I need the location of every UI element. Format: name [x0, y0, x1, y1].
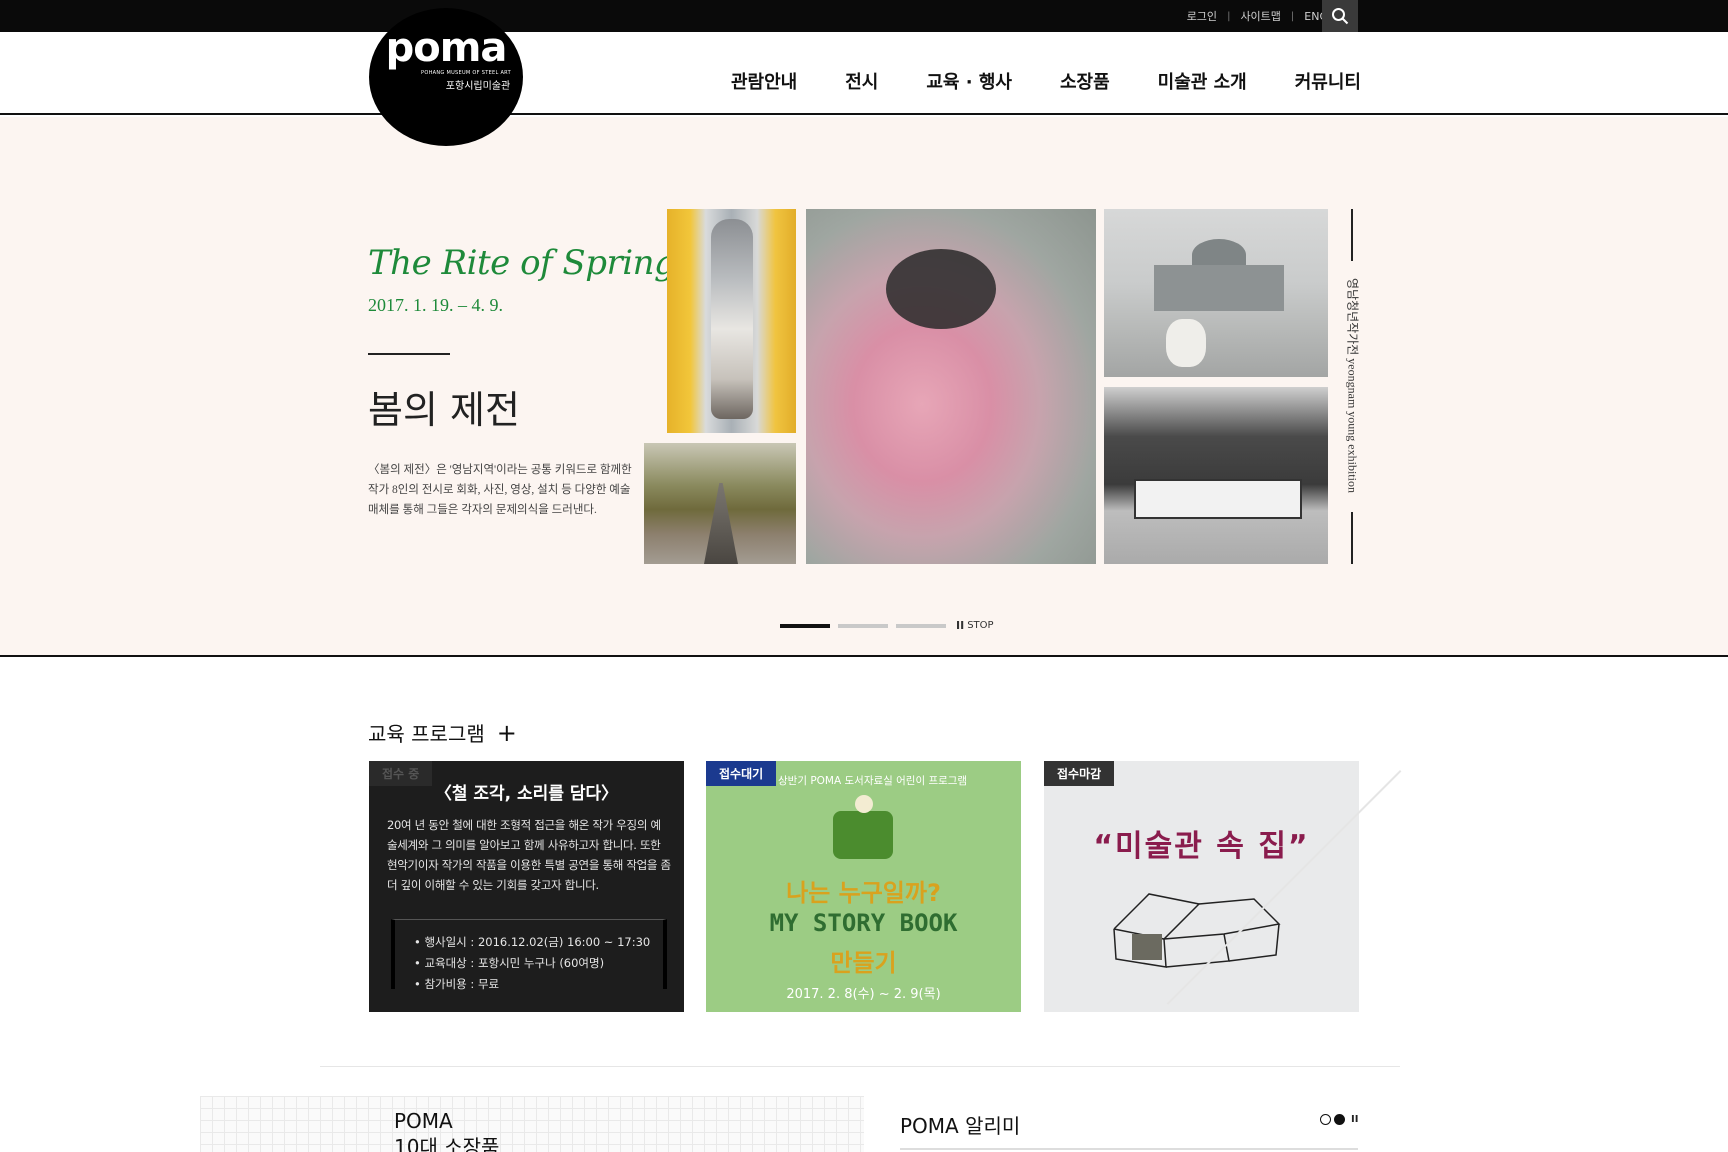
main-nav: 관람안내 전시 교육 · 행사 소장품 미술관 소개 커뮤니티 — [683, 68, 1361, 94]
search-button[interactable] — [1322, 0, 1358, 32]
card-description: 20여 년 동안 철에 대한 조형적 접근을 해온 작가 우징의 예술세계와 그… — [387, 818, 671, 892]
notice-divider — [900, 1148, 1358, 1150]
hair-shape — [886, 249, 996, 329]
card-headline-2: MY STORY BOOK — [769, 909, 958, 937]
collection-grid-panel — [200, 1096, 864, 1152]
artwork-bus-painting — [1104, 387, 1328, 564]
header: 관람안내 전시 교육 · 행사 소장품 미술관 소개 커뮤니티 — [0, 32, 1728, 115]
edu-card-story-book[interactable]: 접수대기 상반기 POMA 도서자료실 어린이 프로그램 나는 누구일까? MY… — [706, 761, 1021, 1012]
logo-subtitle: POHANG MUSEUM OF STEEL ART — [421, 70, 511, 76]
nav-item-education[interactable]: 교육 · 행사 — [926, 68, 1012, 94]
nav-item-community[interactable]: 커뮤니티 — [1295, 68, 1361, 94]
exhibition-korean-title: 봄의 제전 — [368, 388, 520, 432]
collection-title-line1: POMA — [394, 1109, 453, 1133]
card-title: 〈철 조각, 소리를 담다〉 — [434, 784, 619, 804]
logo[interactable]: poma POHANG MUSEUM OF STEEL ART 포항시립미술관 — [369, 8, 523, 146]
logo-wordmark: poma — [385, 25, 508, 71]
nav-item-exhibition[interactable]: 전시 — [845, 68, 878, 94]
logo-korean-name: 포항시립미술관 — [445, 81, 511, 92]
edu-section-title: 교육 프로그램 — [368, 722, 485, 746]
login-link[interactable]: 로그인 — [1177, 8, 1227, 24]
notice-dot-2[interactable] — [1334, 1114, 1345, 1125]
slide-indicator-2[interactable] — [838, 623, 888, 628]
status-badge: 접수대기 — [706, 761, 777, 786]
info-date: • 행사일시 : 2016.12.02(금) 16:00 ~ 17:30 — [414, 935, 651, 949]
nav-item-about[interactable]: 미술관 소개 — [1158, 68, 1247, 94]
kid-illustration — [833, 795, 893, 859]
exhibition-title[interactable]: The Rite of Spring — [368, 243, 676, 283]
wire-house-sculpture — [1113, 893, 1281, 968]
side-label-text: 영남청년작가전 yeongnam young exhibition — [1345, 278, 1360, 493]
figure-shape — [711, 219, 753, 419]
nav-item-visit[interactable]: 관람안내 — [731, 68, 797, 94]
plus-icon[interactable]: + — [497, 721, 517, 745]
artwork-assembly-dog — [1104, 209, 1328, 377]
hero-slider: The Rite of Spring 2017. 1. 19. – 4. 9. … — [0, 117, 1728, 657]
dog-shape — [1166, 319, 1206, 367]
nav-item-collection[interactable]: 소장품 — [1060, 68, 1110, 94]
sitemap-link[interactable]: 사이트맵 — [1230, 8, 1290, 24]
notice-pagination: II — [1320, 1114, 1358, 1125]
side-line — [1351, 512, 1353, 564]
status-badge: 접수마감 — [1044, 761, 1115, 786]
card-date: 2017. 2. 8(수) ~ 2. 9(목) — [786, 987, 941, 1002]
side-label: 영남청년작가전 yeongnam young exhibition — [1343, 209, 1361, 564]
pause-icon[interactable]: II — [1351, 1114, 1358, 1125]
slider-stop-button[interactable]: II STOP — [956, 619, 994, 632]
slide-indicator-3[interactable] — [896, 623, 946, 628]
pause-icon: II — [956, 619, 965, 632]
page: 로그인 | 사이트맵 | ENG 관람안내 전시 교육 · 행사 소장품 미술관… — [0, 0, 1728, 1152]
card-info: • 행사일시 : 2016.12.02(금) 16:00 ~ 17:30 • 교… — [414, 932, 650, 995]
head-shape — [855, 795, 873, 813]
bus-shape — [1134, 479, 1302, 519]
title-divider — [368, 353, 450, 355]
card-headline-1: 나는 누구일까? — [786, 879, 941, 907]
artwork-pink-portrait — [806, 209, 1096, 564]
card-subtitle: 상반기 POMA 도서자료실 어린이 프로그램 — [778, 775, 968, 787]
stop-label: STOP — [967, 620, 994, 631]
search-icon — [1332, 8, 1349, 25]
section-divider — [320, 1066, 1400, 1067]
edu-card-steel-sound[interactable]: 접수 중 〈철 조각, 소리를 담다〉 20여 년 동안 철에 대한 조형적 접… — [369, 761, 684, 1012]
slider-pagination: II STOP — [780, 619, 994, 632]
exhibition-date: 2017. 1. 19. – 4. 9. — [368, 295, 503, 315]
utility-bar: 로그인 | 사이트맵 | ENG — [0, 0, 1728, 32]
collection-title[interactable]: POMA 10대 소장품 — [394, 1108, 499, 1152]
info-target: • 교육대상 : 포항시민 누구나 (60여명) — [414, 956, 605, 970]
side-line — [1351, 209, 1353, 261]
edu-section-heading: 교육 프로그램 + — [368, 718, 517, 747]
info-fee: • 참가비용 : 무료 — [414, 977, 500, 991]
collection-title-line2: 10대 소장품 — [394, 1135, 500, 1152]
building-shape — [1154, 265, 1284, 311]
card-headline-3: 만들기 — [830, 949, 897, 977]
rail-shape — [704, 483, 738, 564]
cloak-shape — [833, 811, 893, 859]
notice-title[interactable]: POMA 알리미 — [900, 1110, 1020, 1139]
edu-card-house-in-museum[interactable]: 접수마감 “미술관 속 집” — [1044, 761, 1359, 1012]
utility-links: 로그인 | 사이트맵 | ENG — [1177, 0, 1338, 32]
artwork-figure-painting — [667, 209, 796, 433]
slide-indicator-1[interactable] — [780, 623, 830, 628]
exhibition-description: 〈봄의 제전〉은 '영남지역'이라는 공통 키워드로 함께한 작가 8인의 전시… — [368, 464, 632, 516]
notice-dot-1[interactable] — [1320, 1114, 1331, 1125]
artwork-railway-photo — [644, 443, 796, 564]
